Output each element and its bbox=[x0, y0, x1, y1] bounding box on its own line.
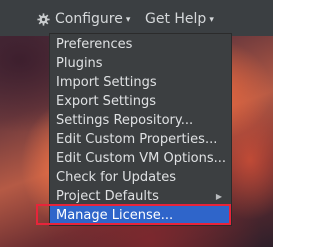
menu-item-preferences[interactable]: Preferences bbox=[50, 35, 231, 54]
submenu-arrow-icon: ▶ bbox=[215, 192, 222, 201]
menu-item-label: Manage License... bbox=[56, 208, 174, 223]
menu-item-label: Preferences bbox=[56, 37, 133, 52]
menu-item-manage-license[interactable]: Manage License... bbox=[50, 206, 231, 225]
configure-caret-icon: ▾ bbox=[125, 15, 131, 25]
menu-item-export-settings[interactable]: Export Settings bbox=[50, 92, 231, 111]
get-help-button[interactable]: Get Help ▾ bbox=[145, 10, 214, 28]
menu-item-label: Import Settings bbox=[56, 75, 157, 90]
configure-button[interactable]: Configure ▾ bbox=[37, 10, 130, 28]
get-help-caret-icon: ▾ bbox=[209, 15, 214, 25]
menu-item-label: Project Defaults bbox=[56, 189, 159, 204]
configure-dropdown-menu: Preferences Plugins Import Settings Expo… bbox=[49, 33, 232, 226]
menu-item-label: Edit Custom VM Options... bbox=[56, 151, 227, 166]
menu-item-label: Check for Updates bbox=[56, 170, 176, 185]
menu-item-edit-custom-vm-options[interactable]: Edit Custom VM Options... bbox=[50, 149, 231, 168]
menu-item-plugins[interactable]: Plugins bbox=[50, 54, 231, 73]
menu-item-label: Edit Custom Properties... bbox=[56, 132, 218, 147]
menu-item-check-for-updates[interactable]: Check for Updates bbox=[50, 168, 231, 187]
get-help-label: Get Help bbox=[145, 11, 207, 27]
menu-item-label: Plugins bbox=[56, 56, 103, 71]
menu-item-label: Export Settings bbox=[56, 94, 157, 109]
gear-icon bbox=[37, 12, 50, 26]
welcome-toolbar: Configure ▾ Get Help ▾ bbox=[0, 0, 273, 36]
menu-item-project-defaults[interactable]: Project Defaults ▶ bbox=[50, 187, 231, 206]
menu-item-label: Settings Repository... bbox=[56, 113, 194, 128]
menu-item-edit-custom-properties[interactable]: Edit Custom Properties... bbox=[50, 130, 231, 149]
menu-item-settings-repository[interactable]: Settings Repository... bbox=[50, 111, 231, 130]
menu-item-import-settings[interactable]: Import Settings bbox=[50, 73, 231, 92]
configure-label: Configure bbox=[55, 11, 123, 27]
